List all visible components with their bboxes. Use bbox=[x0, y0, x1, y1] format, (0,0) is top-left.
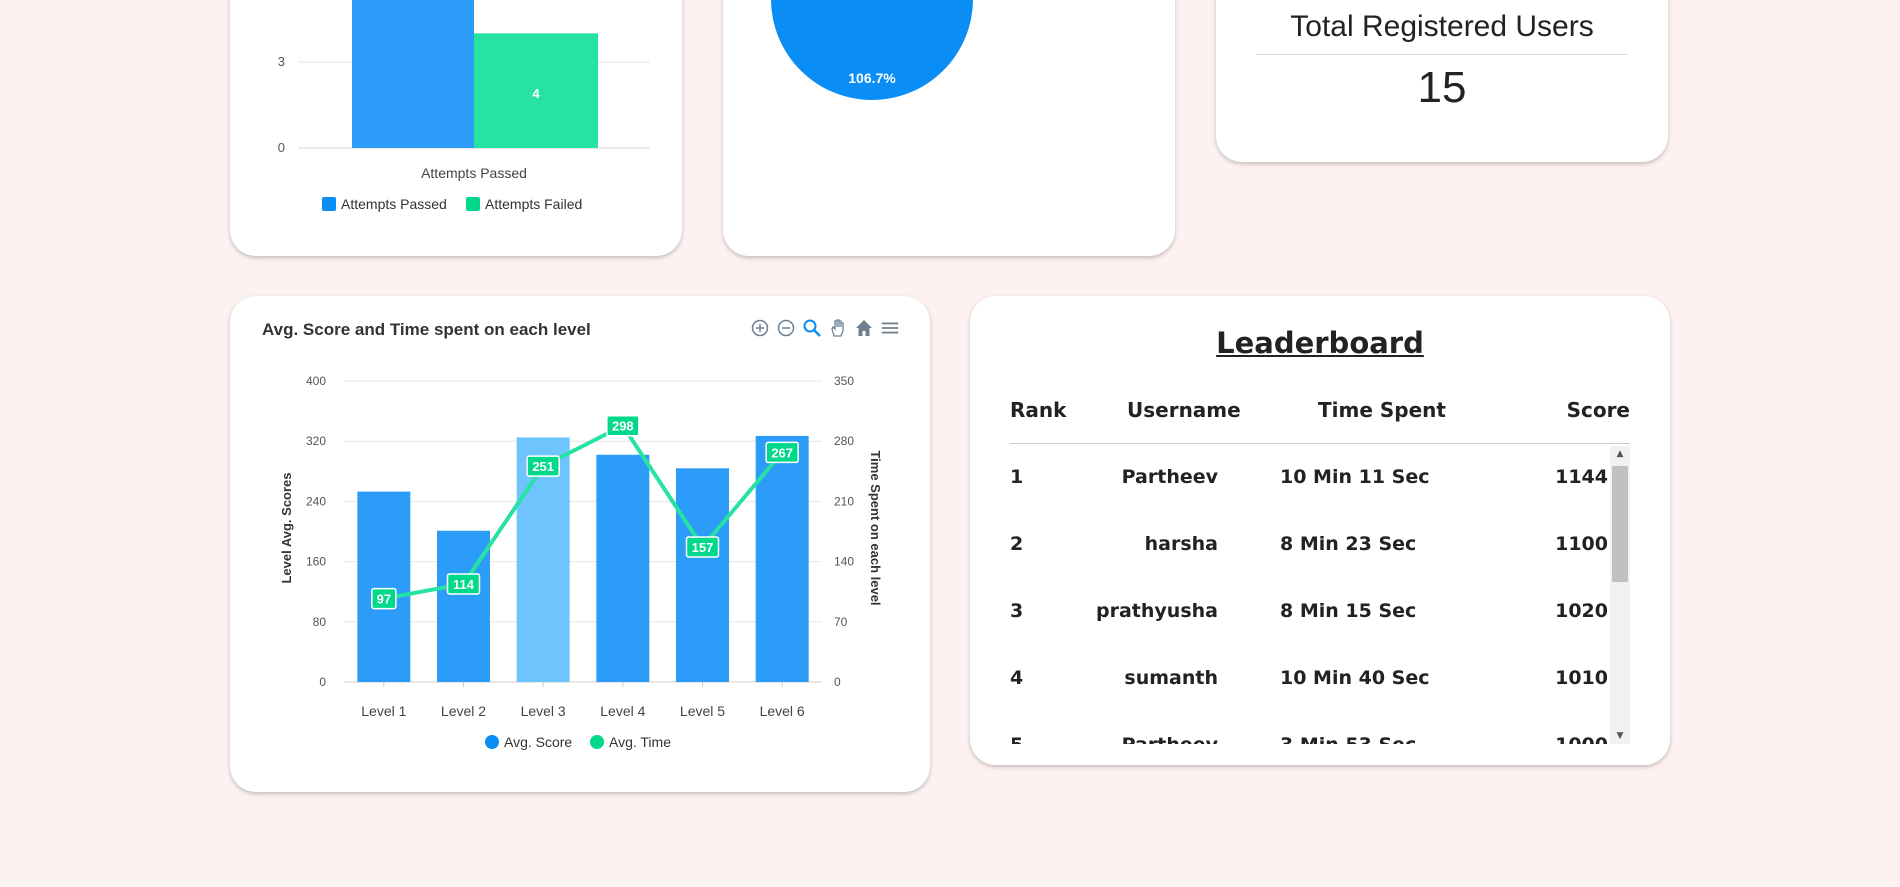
time-data-label: 251 bbox=[532, 459, 554, 474]
cell-time-spent: 3 Min 53 Sec bbox=[1280, 734, 1416, 744]
header-time-spent: Time Spent bbox=[1318, 398, 1446, 422]
time-data-label: 97 bbox=[377, 592, 391, 607]
cell-score: 1020 bbox=[1555, 600, 1608, 622]
table-row: 1 Partheev 10 Min 11 Sec 1144 bbox=[1010, 466, 1610, 492]
time-data-label: 157 bbox=[692, 540, 714, 555]
legend-swatch-time bbox=[590, 735, 604, 749]
cell-rank: 4 bbox=[1010, 667, 1024, 689]
cell-time-spent: 10 Min 11 Sec bbox=[1280, 466, 1430, 488]
y-right-tick-label: 0 bbox=[834, 675, 841, 689]
y-tick-label: 0 bbox=[278, 140, 285, 155]
attempts-chart: 3 0 4 Attempts Passed Attempts Passed At… bbox=[278, 0, 650, 212]
scrollbar-thumb[interactable] bbox=[1612, 466, 1628, 582]
scrollbar[interactable]: ▲ ▼ bbox=[1610, 446, 1630, 744]
legend-label-time[interactable]: Avg. Time bbox=[609, 734, 671, 750]
cell-score: 1100 bbox=[1555, 533, 1608, 555]
legend-swatch-failed bbox=[466, 197, 480, 211]
cell-score: 1144 bbox=[1555, 466, 1608, 488]
table-row: 5 Partheev 3 Min 53 Sec 1000 bbox=[1010, 734, 1610, 744]
cell-score: 1000 bbox=[1555, 734, 1608, 744]
divider bbox=[1256, 54, 1628, 55]
legend-swatch-score bbox=[485, 735, 499, 749]
scroll-down-arrow[interactable]: ▼ bbox=[1610, 728, 1630, 744]
cell-rank: 3 bbox=[1010, 600, 1024, 622]
y-right-tick-label: 140 bbox=[834, 555, 854, 569]
total-users-card: Total Registered Users 15 bbox=[1216, 0, 1668, 162]
y-left-tick-label: 80 bbox=[313, 615, 327, 629]
leaderboard-header: Rank Username Time Spent Score bbox=[1010, 398, 1630, 422]
x-category-label: Level 2 bbox=[441, 703, 486, 719]
y-left-tick-label: 240 bbox=[306, 494, 326, 508]
time-data-label: 298 bbox=[612, 419, 634, 434]
leaderboard-scroll-area[interactable]: 1 Partheev 10 Min 11 Sec 1144 2 harsha 8… bbox=[1010, 446, 1630, 744]
bar-avg-score[interactable] bbox=[676, 468, 729, 682]
cell-rank: 2 bbox=[1010, 533, 1024, 555]
x-category-label: Level 5 bbox=[680, 703, 725, 719]
bar-attempts-passed[interactable] bbox=[352, 0, 474, 148]
y-right-tick-label: 350 bbox=[834, 374, 854, 388]
bar-avg-score[interactable] bbox=[596, 454, 650, 682]
attempts-chart-card: 3 0 4 Attempts Passed Attempts Passed At… bbox=[230, 0, 682, 256]
cell-rank: 5 bbox=[1010, 734, 1023, 744]
cell-rank: 1 bbox=[1010, 466, 1024, 488]
legend-label-failed[interactable]: Attempts Failed bbox=[485, 196, 582, 212]
time-data-label: 114 bbox=[453, 577, 475, 592]
y-axis-left-title: Level Avg. Scores bbox=[279, 472, 294, 583]
x-category-label: Level 6 bbox=[760, 703, 805, 719]
cell-time-spent: 8 Min 15 Sec bbox=[1280, 600, 1417, 622]
x-category-label: Level 4 bbox=[600, 703, 645, 719]
bar-data-label: 4 bbox=[532, 86, 540, 101]
y-left-tick-label: 320 bbox=[306, 434, 326, 448]
level-chart-card: Avg. Score and Time spent on each level … bbox=[230, 296, 930, 792]
pie-chart: 106.7% bbox=[771, 0, 973, 100]
y-right-tick-label: 70 bbox=[834, 615, 848, 629]
cell-username: sumanth bbox=[1124, 667, 1218, 689]
leaderboard-title: Leaderboard bbox=[1216, 326, 1424, 360]
table-row: 4 sumanth 10 Min 40 Sec 1010 bbox=[1010, 667, 1610, 693]
leaderboard-card: Leaderboard Rank Username Time Spent Sco… bbox=[970, 296, 1670, 765]
header-divider bbox=[1010, 443, 1630, 444]
pie-chart-card: 106.7% bbox=[723, 0, 1175, 256]
total-users-title: Total Registered Users bbox=[1290, 10, 1594, 43]
cell-time-spent: 8 Min 23 Sec bbox=[1280, 533, 1417, 555]
level-chart: 0 0 80 70 160 140 240 210 320 280 400 350 97 114 251 2… bbox=[279, 374, 883, 750]
header-rank: Rank bbox=[1010, 398, 1067, 422]
bar-avg-score[interactable] bbox=[357, 491, 411, 682]
legend-label-score[interactable]: Avg. Score bbox=[504, 734, 572, 750]
total-users-value: 15 bbox=[1417, 63, 1467, 112]
y-left-tick-label: 0 bbox=[319, 675, 326, 689]
pie-slice-label: 106.7% bbox=[848, 70, 896, 86]
scroll-up-arrow[interactable]: ▲ bbox=[1610, 446, 1630, 462]
y-left-tick-label: 160 bbox=[306, 555, 326, 569]
y-right-tick-label: 210 bbox=[834, 494, 854, 508]
cell-username: Partheev bbox=[1122, 734, 1218, 744]
table-row: 2 harsha 8 Min 23 Sec 1100 bbox=[1010, 533, 1610, 559]
legend-swatch-passed bbox=[322, 197, 336, 211]
y-left-tick-label: 400 bbox=[306, 374, 326, 388]
y-right-tick-label: 280 bbox=[834, 434, 854, 448]
cell-username: prathyusha bbox=[1096, 600, 1218, 622]
cell-username: harsha bbox=[1144, 533, 1218, 555]
table-row: 3 prathyusha 8 Min 15 Sec 1020 bbox=[1010, 600, 1610, 626]
time-data-label: 267 bbox=[771, 445, 793, 460]
x-category-label: Level 3 bbox=[521, 703, 566, 719]
y-tick-label: 3 bbox=[278, 54, 285, 69]
cell-score: 1010 bbox=[1555, 667, 1608, 689]
x-category-label: Attempts Passed bbox=[421, 165, 527, 181]
x-category-label: Level 1 bbox=[361, 703, 406, 719]
header-score: Score bbox=[1566, 398, 1630, 422]
cell-time-spent: 10 Min 40 Sec bbox=[1280, 667, 1430, 689]
y-axis-right-title: Time Spent on each level bbox=[868, 450, 883, 605]
legend-label-passed[interactable]: Attempts Passed bbox=[341, 196, 447, 212]
header-username: Username bbox=[1127, 398, 1241, 422]
cell-username: Partheev bbox=[1121, 466, 1218, 488]
